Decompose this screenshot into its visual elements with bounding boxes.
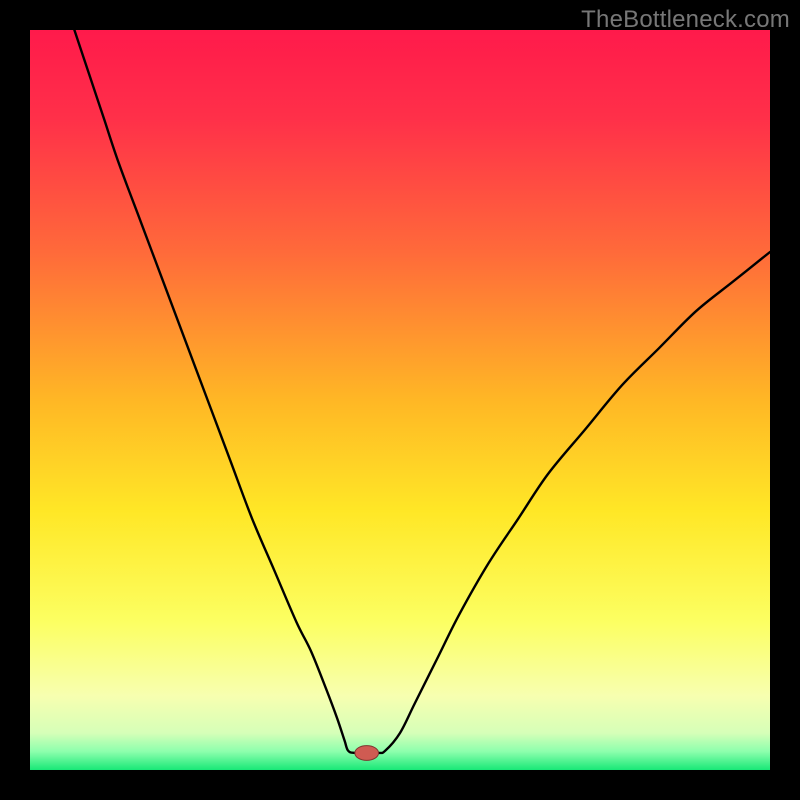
bottleneck-chart xyxy=(30,30,770,770)
chart-background xyxy=(30,30,770,770)
chart-frame: TheBottleneck.com xyxy=(0,0,800,800)
optimal-marker xyxy=(355,746,379,761)
